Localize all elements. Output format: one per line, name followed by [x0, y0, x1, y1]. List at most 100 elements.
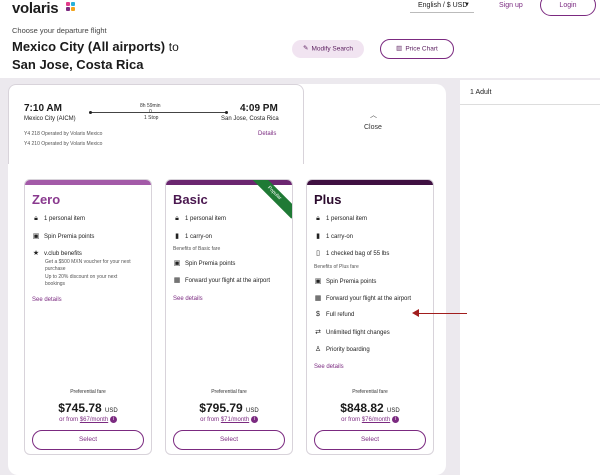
checked-bag-icon: ▯: [316, 250, 320, 257]
chevron-down-icon[interactable]: ▼: [464, 2, 470, 8]
passenger-count: 1 Adult: [470, 89, 492, 96]
monthly-price: or from $71/month i: [166, 416, 292, 423]
price-amount: $848.82: [340, 401, 384, 415]
feature-item: ▦ Forward your flight at the airport: [173, 276, 270, 284]
feature-label: Full refund: [326, 312, 355, 318]
feature-item: 🔒︎ 1 personal item: [173, 215, 226, 223]
close-button[interactable]: Close: [364, 124, 382, 131]
departure-place: Mexico City (AICM): [24, 116, 76, 122]
logo-mark-icon: [66, 2, 76, 12]
monthly-price: or from $67/month i: [25, 416, 151, 423]
feature-item: ▮ 1 carry-on: [314, 232, 353, 240]
feature-label: Forward your flight at the airport: [185, 278, 271, 284]
fare-name: Plus: [314, 192, 342, 207]
arrival-place: San Jose, Costa Rica: [221, 116, 279, 122]
volaris-logo[interactable]: volaris: [12, 0, 59, 17]
bag-icon: 🔒︎: [175, 215, 179, 222]
fare-price: $795.79 USD: [166, 401, 292, 415]
arrival-time: 4:09 PM: [240, 103, 278, 114]
side-summary-panel: [460, 80, 600, 475]
annotation-arrow-line: [415, 313, 467, 314]
fare-price: $848.82 USD: [307, 401, 433, 415]
price-currency: USD: [387, 408, 400, 414]
feature-label: 1 personal item: [44, 216, 86, 222]
monthly-amount[interactable]: $71/month: [221, 417, 249, 423]
see-details-link[interactable]: See details: [314, 364, 344, 370]
feature-label: 1 carry-on: [326, 234, 354, 240]
language-currency-selector[interactable]: English / $ USD: [418, 2, 467, 9]
price-chart-button[interactable]: ▥ Price Chart: [380, 39, 454, 59]
see-details-link[interactable]: See details: [173, 296, 203, 302]
carry-on-icon: ▮: [316, 233, 320, 240]
feature-item: ▣ Spin Premia points: [32, 232, 95, 240]
flight-summary[interactable]: [8, 84, 304, 164]
feature-label: Forward your flight at the airport: [326, 296, 412, 302]
spin-premia-icon: ▣: [32, 233, 40, 240]
feature-item: $ Full refund: [314, 311, 354, 318]
feature-item: ⇄ Unlimited flight changes: [314, 328, 390, 336]
see-details-link[interactable]: See details: [32, 297, 62, 303]
destination-dot: [225, 111, 228, 114]
price-amount: $745.78: [58, 401, 102, 415]
feature-label: Spin Premia points: [326, 279, 377, 285]
carry-on-icon: ▮: [175, 233, 179, 240]
select-button[interactable]: Select: [173, 430, 285, 450]
vclub-note: Get a $500 MXN voucher for your next: [45, 259, 131, 265]
or-from-label: or from: [341, 417, 361, 424]
chevron-up-icon[interactable]: ︿: [370, 110, 377, 120]
login-button[interactable]: Login: [540, 0, 596, 16]
selector-underline: [410, 12, 474, 13]
flight-details-link[interactable]: Details: [258, 131, 276, 137]
destination-city: San Jose, Costa Rica: [12, 57, 144, 72]
pencil-icon: ✎: [303, 45, 309, 52]
benefits-label: Benefits of Plus fare: [314, 264, 359, 270]
price-amount: $795.79: [199, 401, 243, 415]
choose-departure-label: Choose your departure flight: [12, 26, 107, 35]
flight-path-line: [90, 112, 226, 113]
vclub-note: purchase: [45, 266, 66, 272]
stop-count: 1 Stop: [144, 115, 159, 121]
modify-search-label: Modify Search: [311, 45, 353, 53]
calendar-icon: ▦: [173, 277, 181, 284]
select-button[interactable]: Select: [314, 430, 426, 450]
monthly-amount[interactable]: $76/month: [362, 417, 390, 423]
feature-item: 🔒︎ 1 personal item: [314, 215, 367, 223]
benefits-label: Benefits of Basic fare: [173, 246, 221, 252]
feature-label: 1 carry-on: [185, 234, 213, 240]
divider: [460, 104, 600, 105]
route-to-word: to: [168, 40, 179, 54]
price-chart-label: Price Chart: [405, 45, 438, 53]
feature-label: 1 checked bag of 55 lbs: [326, 251, 390, 257]
fare-strip: [307, 180, 433, 185]
info-icon[interactable]: i: [109, 416, 117, 423]
bar-chart-icon: ▥: [396, 45, 403, 52]
operator-line-1: Y4 218 Operated by Volaris Mexico: [24, 131, 103, 137]
fare-price: $745.78 USD: [25, 401, 151, 415]
info-icon[interactable]: i: [391, 416, 399, 423]
feature-item: ♙ Priority boarding: [314, 345, 370, 353]
feature-item: 🔒︎ 1 personal item: [32, 215, 85, 223]
star-icon: ★: [32, 250, 40, 257]
fare-strip: [25, 180, 151, 185]
or-from-label: or from: [59, 417, 79, 424]
feature-label: Unlimited flight changes: [326, 330, 390, 336]
flight-change-icon: ⇄: [315, 329, 321, 336]
feature-item: ▮ 1 carry-on: [173, 232, 212, 240]
spin-premia-icon: ▣: [173, 260, 181, 267]
monthly-price: or from $76/month i: [307, 416, 433, 423]
annotation-arrow-head: [412, 309, 419, 317]
preferential-fare-label: Preferential fare: [211, 389, 247, 395]
signup-link[interactable]: Sign up: [499, 2, 523, 9]
feature-label: Priority boarding: [326, 347, 370, 353]
modify-search-button[interactable]: ✎ Modify Search: [292, 40, 364, 58]
bag-icon: 🔒︎: [34, 215, 38, 222]
price-currency: USD: [105, 408, 118, 414]
select-button[interactable]: Select: [32, 430, 144, 450]
preferential-fare-label: Preferential fare: [70, 389, 106, 395]
vclub-note: bookings: [45, 281, 66, 287]
monthly-amount[interactable]: $67/month: [80, 417, 108, 423]
priority-boarding-icon: ♙: [314, 346, 322, 353]
info-icon[interactable]: i: [250, 416, 258, 423]
fare-card-plus: Plus 🔒︎ 1 personal item ▮ 1 carry-on ▯ 1 ch…: [306, 179, 434, 455]
feature-label: Spin Premia points: [44, 234, 95, 240]
